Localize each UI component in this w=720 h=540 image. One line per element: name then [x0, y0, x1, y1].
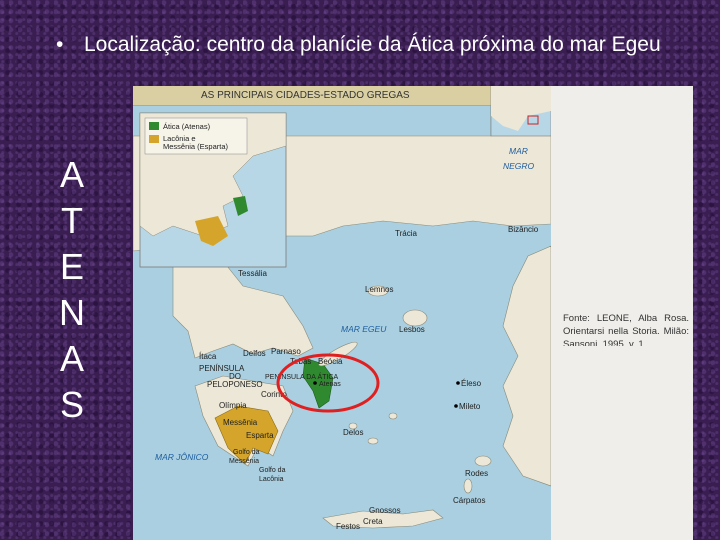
label-delfos: Delfos [243, 349, 266, 358]
vertical-letter: S [59, 384, 84, 425]
label-golfo-messenia-2: Messênia [229, 458, 259, 465]
label-golfo-messenia-1: Golfo da [233, 449, 260, 456]
vertical-title: A T E N A S [52, 152, 92, 428]
island-karpathos [463, 478, 473, 494]
legend-label-laconia-2: Messênia (Esparta) [163, 142, 229, 151]
label-esparta: Esparta [246, 431, 274, 440]
label-lesbos: Lesbos [399, 325, 425, 334]
label-mar-negro-2: NEGRO [503, 161, 535, 171]
island-lesbos [402, 309, 428, 327]
label-peloponeso-3: PELOPONESO [207, 380, 263, 389]
island-rhodes [474, 455, 492, 467]
bullet-symbol: • [56, 33, 64, 56]
bullet-text: Localização: centro da planície da Ática… [84, 33, 661, 56]
label-golfo-laconia-1: Golfo da [259, 467, 286, 474]
label-creta: Creta [363, 517, 383, 526]
city-dot-mileto [454, 404, 458, 408]
label-bizancio: Bizâncio [508, 225, 539, 234]
label-mar-jonico: MAR JÔNICO [155, 452, 209, 462]
greece-map: Ática (Atenas) Lacônia e Messênia (Espar… [133, 86, 551, 531]
land-asia-minor [502, 245, 551, 487]
label-beocia: Beócia [318, 357, 343, 366]
label-golfo-laconia-2: Lacônia [259, 476, 284, 483]
label-lemnos: Lemnos [365, 285, 393, 294]
label-gnossos: Gnossos [369, 506, 401, 515]
label-eleso: Éleso [461, 379, 482, 388]
label-itaca: Ítaca [199, 352, 217, 361]
label-peninsula-atica: PENÍNSULA DA ÁTICA [265, 372, 338, 381]
city-dot-eleso [456, 381, 460, 385]
label-rodes: Rodes [465, 469, 488, 478]
vertical-letter: N [59, 292, 85, 333]
city-dot-atenas [313, 381, 317, 385]
label-festos: Festos [336, 522, 360, 531]
island-cyclades-2 [388, 412, 398, 420]
vertical-letter: A [59, 154, 84, 195]
legend-swatch-laconia [149, 135, 159, 143]
legend-label-attica: Ática (Atenas) [163, 122, 211, 131]
label-delos: Delos [343, 428, 363, 437]
label-tracia: Trácia [395, 229, 417, 238]
vertical-letter: T [61, 200, 83, 241]
label-atenas: Atenas [319, 381, 341, 388]
label-mar-negro-1: MAR [509, 146, 528, 156]
label-carpatos: Cárpatos [453, 496, 485, 505]
label-parnaso: Parnaso [271, 347, 301, 356]
vertical-letter: E [59, 246, 84, 287]
legend-swatch-attica [149, 122, 159, 130]
label-messenia: Messênia [223, 418, 258, 427]
bullet-point: • Localização: centro da planície da Áti… [56, 32, 696, 57]
label-olimpia: Olímpia [219, 401, 247, 410]
island-cyclades-1 [367, 437, 379, 445]
vertical-letter: A [59, 338, 84, 379]
label-mileto: Mileto [459, 402, 481, 411]
label-tessalia: Tessália [238, 269, 267, 278]
map-source-text: Fonte: LEONE, Alba Rosa. Orientarsi nell… [563, 313, 689, 346]
label-mar-egeu: MAR EGEU [341, 324, 387, 334]
map-image: AS PRINCIPAIS CIDADES-ESTADO GREGAS Átic… [133, 86, 693, 540]
